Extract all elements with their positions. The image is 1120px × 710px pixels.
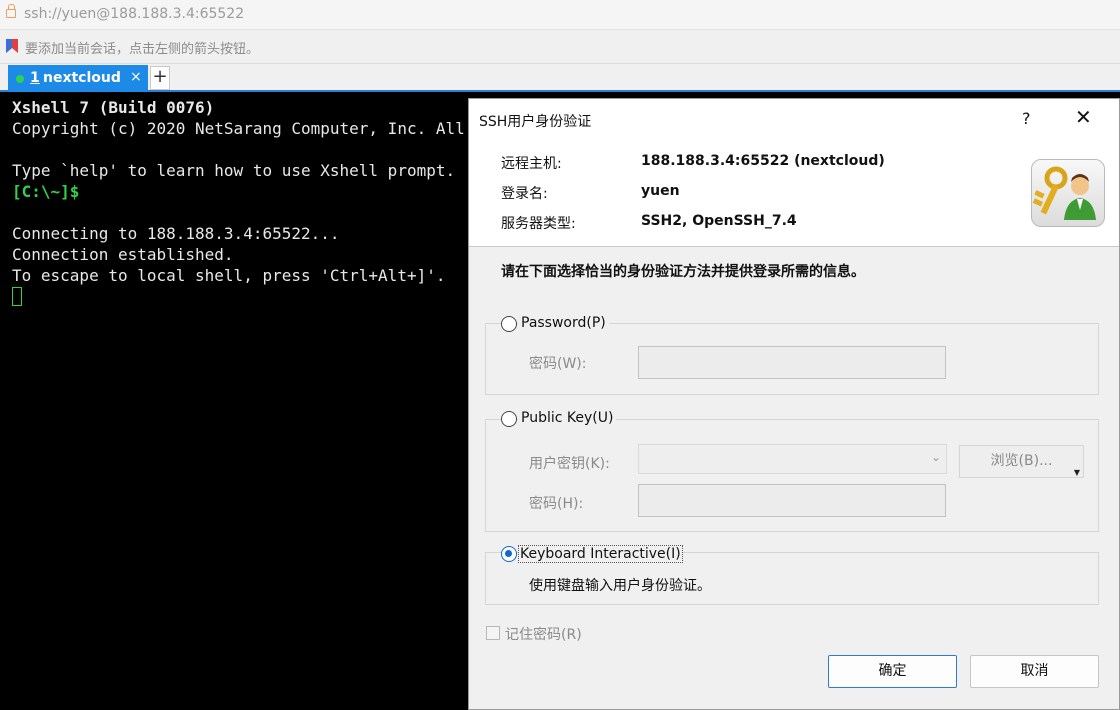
keyboard-interactive-description: 使用键盘输入用户身份验证。 xyxy=(529,578,711,594)
close-icon[interactable]: ✕ xyxy=(1075,107,1092,127)
terminal-line: Type `help' to learn how to use Xshell p… xyxy=(12,161,456,180)
ok-button[interactable]: 确定 xyxy=(828,655,957,688)
new-tab-button[interactable]: + xyxy=(150,66,170,90)
keyboard-interactive-radio[interactable] xyxy=(501,546,517,562)
tab-label: nextcloud xyxy=(43,70,121,86)
server-type-label: 服务器类型: xyxy=(501,216,576,232)
remember-password-checkbox[interactable] xyxy=(486,626,500,640)
terminal-prompt: [C:\~]$ xyxy=(12,182,80,201)
dialog-titlebar[interactable]: SSH用户身份验证 ? ✕ xyxy=(469,99,1119,139)
hint-text: 要添加当前会话，点击左侧的箭头按钮。 xyxy=(25,42,260,57)
user-key-dropdown[interactable]: ⌄ xyxy=(638,444,947,474)
terminal-output[interactable]: Xshell 7 (Build 0076) Copyright (c) 2020… xyxy=(0,94,470,710)
dropdown-arrow-icon: ▼ xyxy=(1073,468,1080,477)
connected-status-icon xyxy=(16,75,24,83)
chevron-down-icon: ⌄ xyxy=(930,450,941,464)
login-name-value: yuen xyxy=(641,183,680,199)
password-field-label: 密码(W): xyxy=(529,356,587,372)
browse-button-label: 浏览(B)... xyxy=(990,453,1053,469)
dialog-title: SSH用户身份验证 xyxy=(479,114,592,130)
tab-close-icon[interactable]: × xyxy=(130,69,142,85)
terminal-line: Connecting to 188.188.3.4:65522... xyxy=(12,224,340,243)
tab-nextcloud[interactable]: 1 nextcloud × xyxy=(8,65,148,92)
help-icon[interactable]: ? xyxy=(1022,109,1031,128)
terminal-line: Copyright (c) 2020 NetSarang Computer, I… xyxy=(12,119,465,138)
tab-strip: 1 nextcloud × + xyxy=(0,64,1120,92)
login-name-label: 登录名: xyxy=(501,186,548,202)
remote-host-label: 远程主机: xyxy=(501,156,562,172)
terminal-line: Xshell 7 (Build 0076) xyxy=(12,98,215,117)
address-bar[interactable]: ssh://yuen@188.188.3.4:65522 xyxy=(0,0,1120,30)
browse-button[interactable]: 浏览(B)... ▼ xyxy=(959,445,1084,478)
password-radio[interactable] xyxy=(501,316,517,332)
terminal-cursor xyxy=(12,287,22,306)
lock-icon xyxy=(6,4,16,18)
password-field[interactable] xyxy=(638,346,946,379)
bookmark-flag-icon[interactable] xyxy=(4,38,20,54)
password-radio-label[interactable]: Password(P) xyxy=(518,315,609,331)
session-url[interactable]: ssh://yuen@188.188.3.4:65522 xyxy=(24,6,244,22)
passphrase-field[interactable] xyxy=(638,484,946,517)
session-hint-bar: 要添加当前会话，点击左侧的箭头按钮。 xyxy=(0,30,1120,64)
cancel-button[interactable]: 取消 xyxy=(970,655,1099,688)
auth-instruction: 请在下面选择恰当的身份验证方法并提供登录所需的信息。 xyxy=(501,264,865,280)
user-key-icon xyxy=(1031,159,1105,227)
tab-number: 1 xyxy=(30,70,40,86)
passphrase-label: 密码(H): xyxy=(529,496,584,512)
ssh-auth-dialog: SSH用户身份验证 ? ✕ 远程主机: 188.188.3.4:65522 (n… xyxy=(468,98,1120,710)
publickey-radio-label[interactable]: Public Key(U) xyxy=(518,410,617,426)
remember-password-label[interactable]: 记住密码(R) xyxy=(505,624,582,644)
connection-info-panel: 远程主机: 188.188.3.4:65522 (nextcloud) 登录名:… xyxy=(469,139,1119,247)
keyboard-interactive-label[interactable]: Keyboard Interactive(I) xyxy=(518,545,683,563)
server-type-value: SSH2, OpenSSH_7.4 xyxy=(641,213,797,229)
terminal-line: To escape to local shell, press 'Ctrl+Al… xyxy=(12,266,446,285)
publickey-radio[interactable] xyxy=(501,411,517,427)
remote-host-value: 188.188.3.4:65522 (nextcloud) xyxy=(641,153,885,169)
user-key-label: 用户密钥(K): xyxy=(529,456,610,472)
terminal-line: Connection established. xyxy=(12,245,234,264)
